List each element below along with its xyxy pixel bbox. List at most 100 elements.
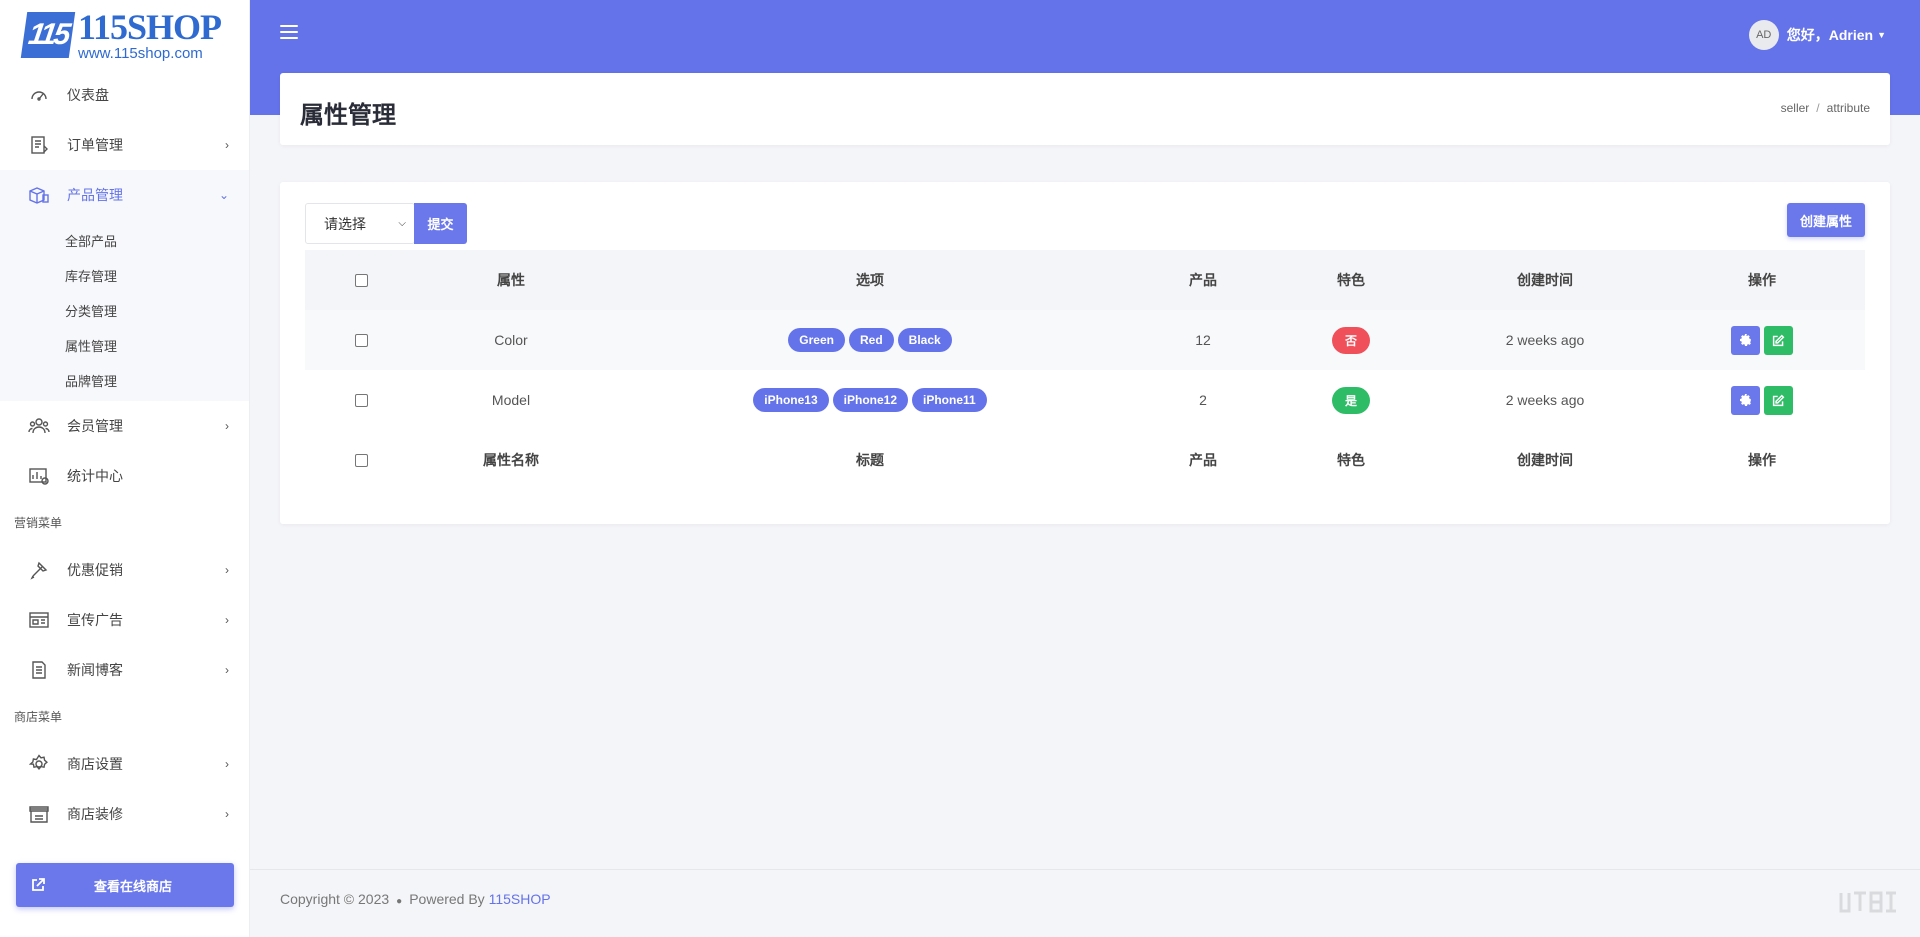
created-time: 2 weeks ago: [1505, 332, 1585, 348]
user-menu[interactable]: AD 您好， Adrien ▼: [1748, 20, 1886, 50]
page-title: 属性管理: [300, 102, 396, 129]
attributes-table: 属性 选项 产品 特色 创建时间 操作 Color Green Red Blac…: [305, 250, 1865, 490]
sidebar-item-store-decor[interactable]: 商店装修 ›: [0, 789, 249, 839]
watermark-logo: [1838, 889, 1900, 921]
attribute-name: Color: [494, 332, 528, 348]
submit-button[interactable]: 提交: [414, 203, 467, 244]
sidebar-item-label: 宣传广告: [67, 612, 123, 628]
edit-button[interactable]: [1764, 325, 1793, 355]
featured-cell: 是: [1271, 386, 1431, 414]
news-icon: [28, 659, 50, 681]
chevron-right-icon: ›: [225, 757, 229, 771]
create-attribute-button[interactable]: 创建属性: [1787, 203, 1865, 237]
table-footer-row: 属性名称 标题 产品 特色 创建时间 操作: [305, 430, 1865, 490]
footer-products: 产品: [1189, 452, 1217, 468]
chevron-down-icon: ⌄: [218, 188, 229, 202]
bulk-action-select[interactable]: 请选择 ⌵: [305, 203, 415, 244]
footer-divider: [250, 869, 1920, 870]
actions-cell: [1659, 325, 1865, 355]
actions-cell: [1659, 385, 1865, 415]
view-online-store-label: 查看在线商店: [94, 878, 173, 894]
header-actions: 操作: [1748, 272, 1776, 288]
product-count: 2: [1199, 392, 1207, 408]
chevron-right-icon: ›: [225, 663, 229, 677]
submenu-item-attributes[interactable]: 属性管理: [0, 329, 249, 364]
members-icon: [28, 415, 50, 437]
option-tag: iPhone12: [832, 388, 909, 412]
edit-button[interactable]: [1764, 385, 1793, 415]
breadcrumb-item[interactable]: seller: [1781, 101, 1810, 115]
section-label-store: 商店菜单: [14, 710, 63, 724]
logo-text: 115SHOP www.115shop.com: [78, 7, 222, 62]
breadcrumb: seller / attribute: [1781, 101, 1870, 115]
featured-badge: 是: [1332, 386, 1370, 414]
sidebar-item-label: 订单管理: [67, 137, 123, 153]
logo-url: www.115shop.com: [78, 45, 203, 62]
chevron-right-icon: ›: [225, 807, 229, 821]
footer: Copyright © 2023 ● Powered By 115SHOP: [280, 891, 551, 907]
sidebar-item-members[interactable]: 会员管理 ›: [0, 401, 249, 451]
sidebar-item-label: 产品管理: [67, 187, 123, 203]
created-time: 2 weeks ago: [1505, 392, 1585, 408]
gear-icon: [1739, 334, 1751, 346]
options-cell: iPhone13 iPhone12 iPhone11: [605, 388, 1135, 412]
submenu-item-categories[interactable]: 分类管理: [0, 294, 249, 329]
options-cell: Green Red Black: [605, 328, 1135, 352]
logo-title: 115SHOP: [78, 7, 222, 47]
sidebar-item-orders[interactable]: 订单管理 ›: [0, 120, 249, 170]
sidebar-item-store-settings[interactable]: 商店设置 ›: [0, 739, 249, 789]
breadcrumb-item: attribute: [1826, 101, 1870, 115]
caret-down-icon: ▼: [1877, 30, 1886, 40]
row-select-cell: [305, 393, 417, 407]
submenu-item-inventory[interactable]: 库存管理: [0, 259, 249, 294]
gear-icon: [1739, 394, 1751, 406]
statistics-icon: [28, 465, 50, 487]
logo[interactable]: 115 115SHOP www.115shop.com: [0, 0, 249, 70]
footer-attribute-name: 属性名称: [483, 452, 539, 468]
edit-icon: [1772, 394, 1785, 406]
row-checkbox[interactable]: [354, 333, 368, 347]
sidebar-item-products[interactable]: 产品管理 ⌄: [0, 170, 249, 220]
chevron-down-icon: ⌵: [398, 218, 406, 229]
header-featured: 特色: [1337, 272, 1365, 288]
section-label-marketing: 营销菜单: [14, 516, 63, 530]
sidebar-item-promotions[interactable]: 优惠促销 ›: [0, 545, 249, 595]
footer-brand-link[interactable]: 115SHOP: [489, 891, 551, 907]
header-products: 产品: [1189, 272, 1217, 288]
submenu-item-all-products[interactable]: 全部产品: [0, 224, 249, 259]
sidebar-item-ads[interactable]: 宣传广告 ›: [0, 595, 249, 645]
select-all-checkbox[interactable]: [354, 273, 368, 287]
featured-badge: 否: [1332, 326, 1370, 354]
view-online-store-button[interactable]: 查看在线商店: [16, 863, 234, 907]
settings-button[interactable]: [1731, 325, 1760, 355]
orders-icon: [28, 134, 50, 156]
menu-toggle-icon[interactable]: [280, 25, 298, 43]
settings-button[interactable]: [1731, 385, 1760, 415]
edit-icon: [1772, 334, 1785, 346]
select-all-checkbox[interactable]: [354, 453, 368, 467]
bulk-action-value: 请选择: [324, 215, 366, 232]
submenu-item-brands[interactable]: 品牌管理: [0, 364, 249, 399]
chevron-right-icon: ›: [225, 613, 229, 627]
external-link-icon: [30, 877, 50, 893]
sidebar-item-news[interactable]: 新闻博客 ›: [0, 645, 249, 695]
option-tag: Green: [788, 328, 845, 352]
table-row: Model iPhone13 iPhone12 iPhone11 2 是 2 w…: [305, 370, 1865, 430]
sidebar-item-dashboard[interactable]: 仪表盘: [0, 70, 249, 120]
row-checkbox[interactable]: [354, 393, 368, 407]
table-header-row: 属性 选项 产品 特色 创建时间 操作: [305, 250, 1865, 310]
settings-icon: [28, 753, 50, 775]
header-options: 选项: [856, 272, 884, 288]
option-tag: iPhone11: [912, 388, 987, 412]
footer-actions: 操作: [1748, 452, 1776, 468]
breadcrumb-separator: /: [1816, 101, 1820, 115]
promotion-icon: [28, 559, 50, 581]
page-header-card: 属性管理 seller / attribute: [280, 73, 1890, 145]
sidebar-item-statistics[interactable]: 统计中心: [0, 451, 249, 501]
powered-by: Powered By: [409, 891, 485, 907]
chevron-right-icon: ›: [225, 138, 229, 152]
username: Adrien: [1828, 27, 1874, 43]
table-row: Color Green Red Black 12 否 2 weeks ago: [305, 310, 1865, 370]
attributes-card: 请选择 ⌵ 提交 创建属性 属性 选项 产品 特色 创建时间 操作 Color …: [280, 182, 1890, 524]
header-created: 创建时间: [1517, 272, 1573, 288]
